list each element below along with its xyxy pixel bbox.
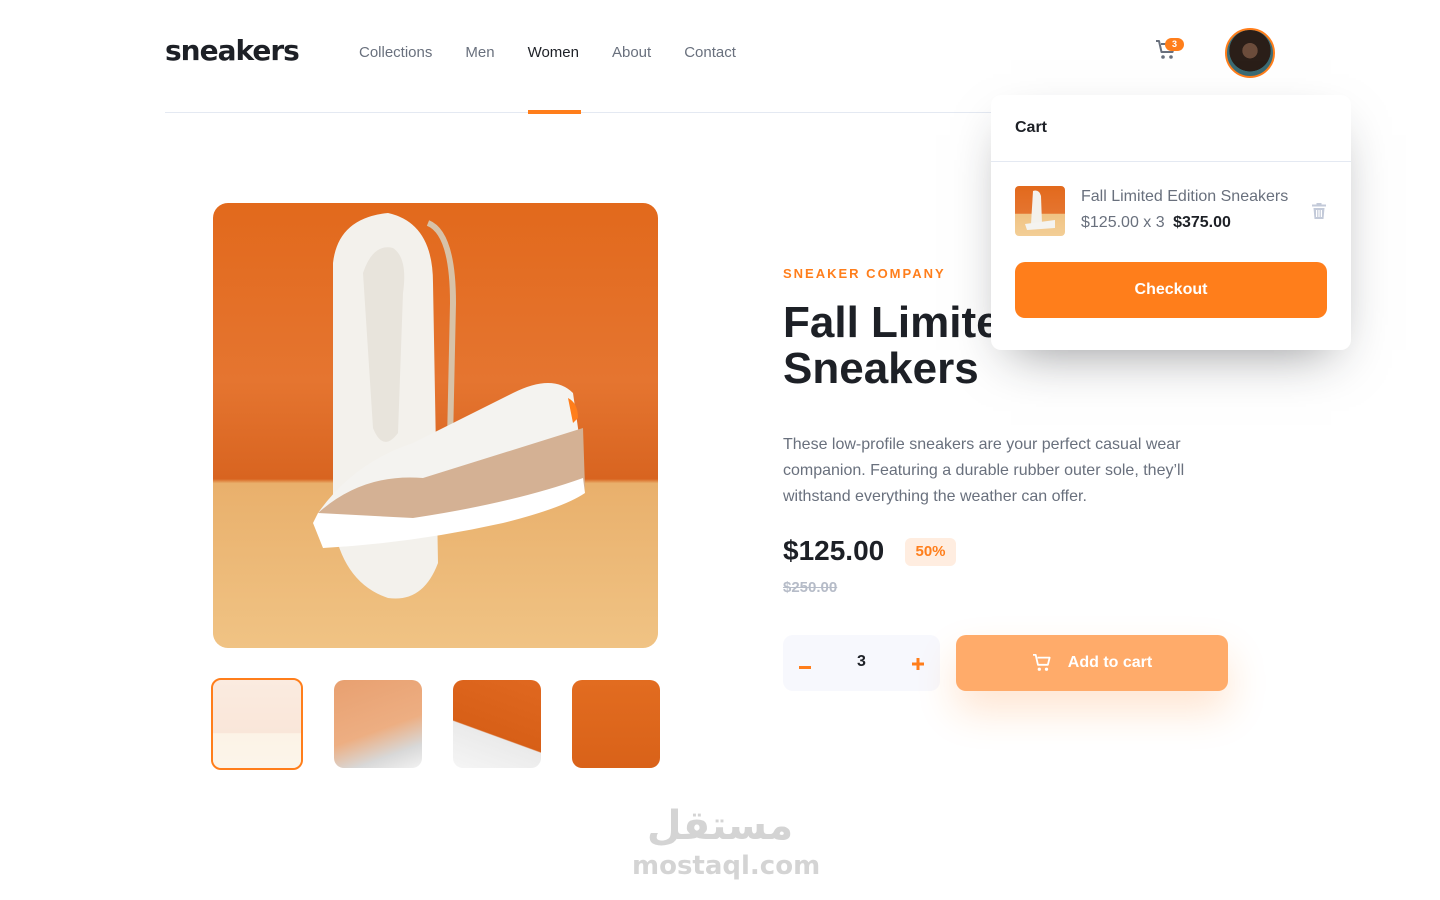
avatar[interactable] <box>1225 28 1275 78</box>
cart-title: Cart <box>1015 119 1048 136</box>
increase-quantity-button[interactable] <box>904 649 932 677</box>
watermark: مستقل mostaql.com <box>632 800 821 881</box>
trash-icon <box>1312 203 1326 219</box>
watermark-arabic: مستقل <box>646 803 794 849</box>
add-to-cart-label: Add to cart <box>1067 654 1153 671</box>
cart-item-name: Fall Limited Edition Sneakers <box>1081 188 1289 205</box>
delete-item-button[interactable] <box>1312 203 1326 219</box>
nav-collections[interactable]: Collections <box>359 44 432 113</box>
cart-divider <box>991 161 1351 162</box>
cart-item-unit-price: $125.00 x 3 <box>1081 214 1165 231</box>
cart-item-total: $375.00 <box>1173 214 1231 231</box>
cart-dropdown: Cart Fall Limited Edition Sneakers $125.… <box>991 95 1351 350</box>
plus-icon <box>912 658 924 670</box>
watermark-latin: mostaql.com <box>632 851 821 881</box>
thumbnail-3[interactable] <box>453 680 541 768</box>
thumbnail-4[interactable] <box>572 680 660 768</box>
cart-icon <box>1032 654 1051 671</box>
logo[interactable]: sneakers <box>165 34 300 67</box>
checkout-button[interactable]: Checkout <box>1015 262 1327 318</box>
nav-men[interactable]: Men <box>465 44 494 113</box>
add-to-cart-button[interactable]: Add to cart <box>956 635 1228 691</box>
thumbnail-2[interactable] <box>334 680 422 768</box>
nav-about[interactable]: About <box>612 44 651 113</box>
cart-count-badge: 3 <box>1165 38 1184 51</box>
sneaker-illustration <box>313 213 585 599</box>
quantity-stepper: 3 <box>783 635 940 691</box>
current-price: $125.00 <box>783 535 885 566</box>
product-description: These low-profile sneakers are your perf… <box>783 436 1185 505</box>
company-label: SNEAKER COMPANY <box>783 266 946 281</box>
nav-women[interactable]: Women <box>527 44 582 114</box>
main-product-image[interactable] <box>213 203 658 648</box>
thumbnail-1[interactable] <box>211 678 303 770</box>
thumbnail-strip <box>211 678 691 770</box>
original-price: $250.00 <box>783 579 838 596</box>
nav-contact[interactable]: Contact <box>684 44 736 113</box>
cart-item-price: $125.00 x 3 $375.00 <box>1081 214 1231 232</box>
cart-item-thumbnail <box>1015 186 1065 236</box>
main-nav: Collections Men Women About Contact <box>359 44 769 114</box>
discount-badge: 50% <box>905 538 956 566</box>
